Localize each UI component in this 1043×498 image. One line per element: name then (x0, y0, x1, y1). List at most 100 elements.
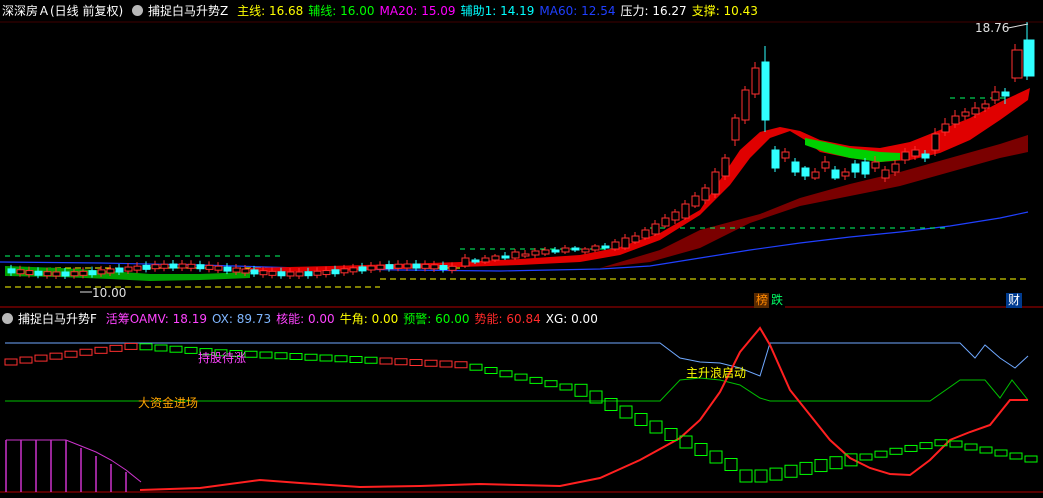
candle-body[interactable] (751, 67, 760, 95)
candle-body[interactable] (951, 115, 960, 125)
candle-body[interactable] (641, 229, 650, 239)
candle-body[interactable] (911, 149, 920, 157)
candle-body[interactable] (439, 265, 448, 271)
candle-body[interactable] (471, 259, 480, 263)
candle-body[interactable] (661, 217, 670, 227)
candle-body[interactable] (991, 91, 1000, 101)
candle-body[interactable] (581, 248, 590, 253)
candle-body[interactable] (781, 151, 790, 159)
candle-body[interactable] (851, 163, 860, 173)
candle-body[interactable] (340, 268, 349, 274)
candle-body[interactable] (801, 167, 810, 177)
candle-body[interactable] (881, 169, 890, 179)
candle-body[interactable] (88, 270, 97, 276)
candle-body[interactable] (223, 266, 232, 272)
candle-body[interactable] (52, 271, 61, 277)
candle-body[interactable] (430, 264, 439, 270)
candle-body[interactable] (79, 270, 88, 276)
candle-body[interactable] (322, 270, 331, 276)
candle-body[interactable] (501, 255, 510, 259)
candle-body[interactable] (921, 153, 930, 159)
candle-body[interactable] (277, 271, 286, 277)
candle-body[interactable] (196, 264, 205, 270)
candle-body[interactable] (61, 271, 70, 277)
candle-body[interactable] (901, 151, 910, 161)
candle-body[interactable] (841, 171, 850, 177)
candle-body[interactable] (531, 250, 540, 256)
candle-body[interactable] (376, 264, 385, 270)
candle-body[interactable] (394, 263, 403, 269)
candle-body[interactable] (521, 253, 530, 257)
candle-body[interactable] (891, 163, 900, 173)
candle-body[interactable] (611, 241, 620, 250)
candle-body[interactable] (701, 187, 710, 201)
candle-body[interactable] (115, 267, 124, 273)
candle-body[interactable] (631, 235, 640, 243)
candle-body[interactable] (367, 265, 376, 271)
candle-body[interactable] (461, 257, 470, 267)
candle-body[interactable] (551, 249, 560, 253)
candle-body[interactable] (268, 270, 277, 276)
candle-body[interactable] (358, 266, 367, 272)
candle-body[interactable] (304, 271, 313, 277)
candle-body[interactable] (821, 161, 830, 169)
candle-body[interactable] (403, 263, 412, 269)
candle-body[interactable] (187, 263, 196, 269)
candle-body[interactable] (421, 263, 430, 269)
candle-body[interactable] (811, 171, 820, 179)
candle-body[interactable] (771, 149, 780, 169)
candle-body[interactable] (97, 269, 106, 275)
candle-body[interactable] (511, 251, 520, 259)
candle-body[interactable] (7, 268, 16, 274)
candle-body[interactable] (169, 263, 178, 269)
candle-body[interactable] (34, 270, 43, 276)
candle-body[interactable] (214, 265, 223, 271)
candle-body[interactable] (711, 171, 720, 195)
price-chart[interactable] (0, 0, 1043, 498)
candle-body[interactable] (124, 266, 133, 272)
event-tag-finance[interactable]: 财 (1006, 293, 1023, 308)
candle-body[interactable] (721, 157, 730, 177)
candle-body[interactable] (106, 268, 115, 274)
candle-body[interactable] (621, 237, 630, 249)
candle-body[interactable] (541, 249, 550, 255)
candle-body[interactable] (385, 264, 394, 270)
candle-body[interactable] (448, 265, 457, 271)
candle-body[interactable] (313, 270, 322, 276)
candle-body[interactable] (43, 271, 52, 277)
candle-body[interactable] (1011, 49, 1023, 79)
candle-body[interactable] (241, 268, 250, 274)
candle-body[interactable] (671, 211, 680, 221)
candle-body[interactable] (561, 247, 570, 253)
candle-body[interactable] (160, 263, 169, 269)
candle-body[interactable] (691, 195, 700, 207)
candle-body[interactable] (259, 270, 268, 276)
candle-body[interactable] (931, 133, 940, 151)
candle-body[interactable] (16, 269, 25, 275)
candle-body[interactable] (571, 247, 580, 251)
event-tag-rank[interactable]: 榜 (754, 293, 771, 308)
candle-body[interactable] (491, 255, 500, 261)
candle-body[interactable] (741, 89, 750, 121)
candle-body[interactable] (761, 61, 770, 121)
candle-body[interactable] (142, 264, 151, 270)
candle-body[interactable] (601, 245, 610, 249)
candle-body[interactable] (133, 265, 142, 271)
candle-body[interactable] (861, 161, 870, 175)
candle-body[interactable] (412, 263, 421, 269)
candle-body[interactable] (791, 161, 800, 173)
candle-body[interactable] (651, 223, 660, 235)
candle-body[interactable] (731, 117, 740, 141)
candle-body[interactable] (831, 169, 840, 179)
candle-body[interactable] (331, 269, 340, 275)
candle-body[interactable] (205, 264, 214, 270)
candle-body[interactable] (178, 263, 187, 269)
candle-body[interactable] (981, 103, 990, 109)
candle-body[interactable] (70, 271, 79, 277)
candle-body[interactable] (681, 203, 690, 219)
candle-body[interactable] (349, 267, 358, 273)
candle-body[interactable] (961, 111, 970, 117)
candle-body[interactable] (941, 123, 950, 133)
candle-body[interactable] (295, 271, 304, 277)
candle-body[interactable] (286, 271, 295, 277)
